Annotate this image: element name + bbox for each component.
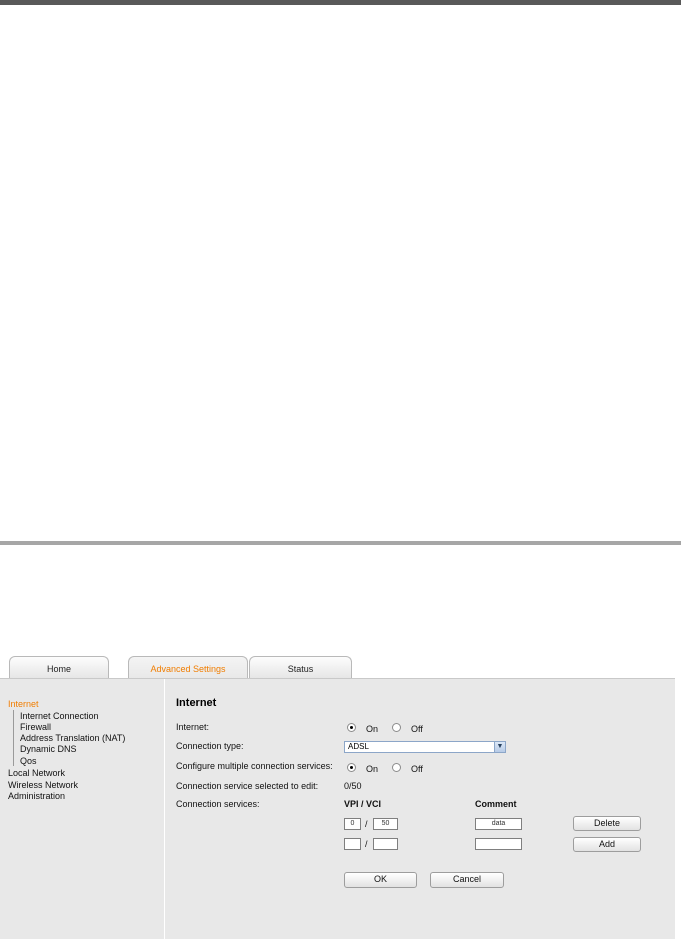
sidebar-item-nat[interactable]: Address Translation (NAT) <box>20 733 125 743</box>
new-vpi-vci-separator: / <box>365 839 368 849</box>
middle-divider <box>0 541 681 545</box>
tab-bar: Home Advanced Settings Status <box>0 656 681 679</box>
sidebar-item-dynamic-dns[interactable]: Dynamic DNS <box>20 744 77 754</box>
comment-input[interactable]: data <box>475 818 522 830</box>
connection-type-label: Connection type: <box>176 741 244 751</box>
page-title: Internet <box>176 697 217 709</box>
sidebar-item-wireless-network[interactable]: Wireless Network <box>8 780 78 790</box>
comment-header: Comment <box>475 799 517 809</box>
tab-advanced-settings[interactable]: Advanced Settings <box>128 656 248 679</box>
sidebar-item-internet[interactable]: Internet <box>8 699 39 709</box>
ok-button[interactable]: OK <box>344 872 417 888</box>
multiple-services-on-label: On <box>366 764 379 774</box>
multiple-services-label: Configure multiple connection services: <box>176 761 333 771</box>
connection-type-select[interactable]: ADSL ▼ <box>344 741 506 753</box>
connection-services-label: Connection services: <box>176 799 260 809</box>
internet-label: Internet: <box>176 722 210 732</box>
sidebar-item-internet-connection[interactable]: Internet Connection <box>20 711 99 721</box>
tree-connector <box>13 710 14 766</box>
selected-service-value: 0/50 <box>344 781 362 791</box>
internet-off-label: Off <box>411 724 423 734</box>
main-content: Internet Internet: On Off Connection typ… <box>176 679 666 939</box>
sidebar: Internet Internet Connection Firewall Ad… <box>0 679 165 939</box>
vpi-vci-separator: / <box>365 819 368 829</box>
new-vpi-input[interactable] <box>344 838 361 850</box>
internet-on-label: On <box>366 724 379 734</box>
multiple-services-off-label: Off <box>411 764 423 774</box>
internet-on-radio[interactable] <box>347 723 356 732</box>
new-vci-input[interactable] <box>373 838 398 850</box>
selected-service-label: Connection service selected to edit: <box>176 781 319 791</box>
tab-status[interactable]: Status <box>249 656 352 678</box>
delete-button[interactable]: Delete <box>573 816 641 831</box>
chevron-down-icon[interactable]: ▼ <box>494 742 505 752</box>
vci-input[interactable]: 50 <box>373 818 398 830</box>
top-divider <box>0 0 681 5</box>
multiple-services-on-radio[interactable] <box>347 763 356 772</box>
internet-off-radio[interactable] <box>392 723 401 732</box>
cancel-button[interactable]: Cancel <box>430 872 504 888</box>
settings-panel: Internet Internet Connection Firewall Ad… <box>0 678 675 939</box>
vpi-vci-header: VPI / VCI <box>344 799 382 809</box>
connection-type-value: ADSL <box>348 742 369 751</box>
sidebar-item-local-network[interactable]: Local Network <box>8 768 65 778</box>
add-button[interactable]: Add <box>573 837 641 852</box>
tab-home[interactable]: Home <box>9 656 109 678</box>
sidebar-item-administration[interactable]: Administration <box>8 791 65 801</box>
multiple-services-off-radio[interactable] <box>392 763 401 772</box>
sidebar-item-qos[interactable]: Qos <box>20 756 37 766</box>
sidebar-item-firewall[interactable]: Firewall <box>20 722 51 732</box>
new-comment-input[interactable] <box>475 838 522 850</box>
vpi-input[interactable]: 0 <box>344 818 361 830</box>
